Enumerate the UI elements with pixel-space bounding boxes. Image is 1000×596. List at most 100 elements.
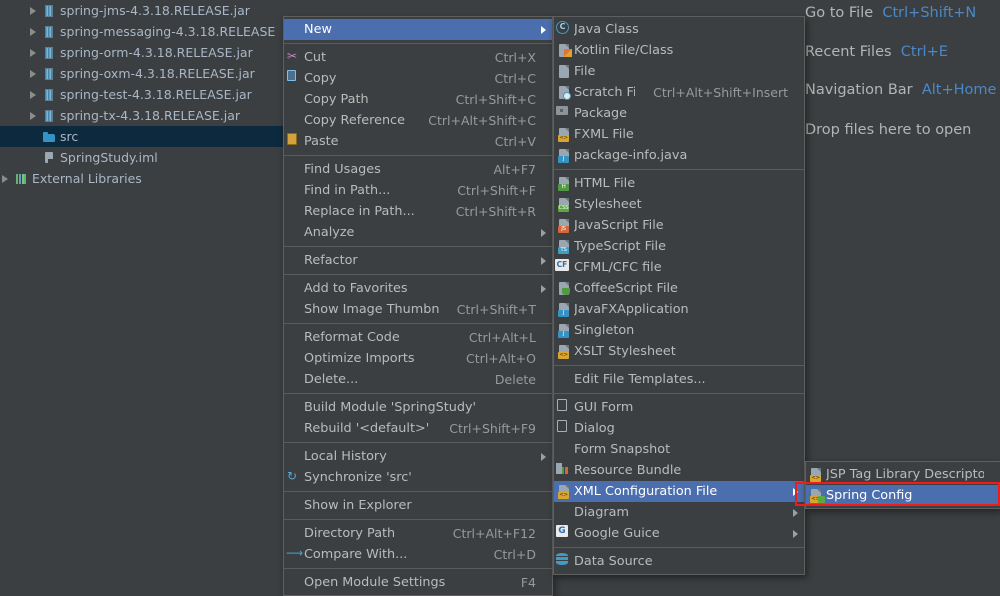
menu-item-arrow-placeholder bbox=[788, 215, 800, 236]
menu-item-arrow-placeholder bbox=[788, 551, 800, 572]
tree-row[interactable]: SpringStudy.iml bbox=[0, 147, 283, 168]
menu-item-data-source[interactable]: Data Source bbox=[554, 551, 804, 572]
menu-item-javafxapplication[interactable]: JJavaFXApplication bbox=[554, 299, 804, 320]
folder-icon bbox=[42, 130, 56, 144]
menu-item-copy-path[interactable]: Copy PathCtrl+Shift+C bbox=[284, 89, 552, 110]
menu-item-arrow-placeholder bbox=[788, 278, 800, 299]
menu-item-shortcut: Ctrl+Shift+F9 bbox=[431, 421, 536, 436]
tree-row[interactable]: spring-test-4.3.18.RELEASE.jar bbox=[0, 84, 283, 105]
menu-item-find-in-path[interactable]: Find in Path...Ctrl+Shift+F bbox=[284, 180, 552, 201]
menu-item-google-guice[interactable]: GGoogle Guice bbox=[554, 523, 804, 544]
menu-item-label: TypeScript File bbox=[574, 239, 788, 254]
tree-row[interactable]: src bbox=[0, 126, 283, 147]
menu-item-analyze[interactable]: Analyze bbox=[284, 222, 552, 243]
menu-item-open-module-settings[interactable]: Open Module SettingsF4 bbox=[284, 572, 552, 593]
expand-arrow-icon[interactable] bbox=[28, 63, 40, 84]
menu-item-build-module-springstudy[interactable]: Build Module 'SpringStudy' bbox=[284, 397, 552, 418]
spring-config-icon: <> bbox=[806, 485, 826, 506]
dialog-icon bbox=[554, 418, 574, 439]
menu-item-directory-path[interactable]: Directory PathCtrl+Alt+F12 bbox=[284, 523, 552, 544]
menu-item-label: Find Usages bbox=[304, 162, 475, 177]
xml-configuration-file-submenu[interactable]: <>JSP Tag Library Descriptor<>Spring Con… bbox=[805, 461, 1000, 509]
tree-row-label: SpringStudy.iml bbox=[60, 147, 158, 168]
menu-item-arrow-placeholder bbox=[984, 464, 996, 485]
menu-item-show-image-thumbnails[interactable]: Show Image ThumbnailsCtrl+Shift+T bbox=[284, 299, 552, 320]
xslt-stylesheet-icon: <> bbox=[554, 341, 574, 362]
menu-item-add-to-favorites[interactable]: Add to Favorites bbox=[284, 278, 552, 299]
project-tree-panel[interactable]: spring-jms-4.3.18.RELEASE.jarspring-mess… bbox=[0, 0, 283, 565]
tree-row[interactable]: spring-messaging-4.3.18.RELEASE bbox=[0, 21, 283, 42]
tree-row-label: spring-oxm-4.3.18.RELEASE.jar bbox=[60, 63, 255, 84]
menu-item-kotlin-file-class[interactable]: Kotlin File/Class bbox=[554, 40, 804, 61]
paste-icon bbox=[284, 131, 304, 152]
menu-item-dialog[interactable]: Dialog bbox=[554, 418, 804, 439]
menu-item-java-class[interactable]: CJava Class bbox=[554, 19, 804, 40]
menu-item-paste[interactable]: PasteCtrl+V bbox=[284, 131, 552, 152]
menu-item-rebuild-default[interactable]: Rebuild '<default>'Ctrl+Shift+F9 bbox=[284, 418, 552, 439]
chevron-right-icon bbox=[536, 446, 548, 467]
menu-item-icon-placeholder bbox=[284, 110, 304, 131]
new-submenu[interactable]: CJava ClassKotlin File/ClassFileScratch … bbox=[553, 16, 805, 575]
menu-item-label: Local History bbox=[304, 449, 536, 464]
expand-arrow-icon[interactable] bbox=[28, 21, 40, 42]
tree-row[interactable]: External Libraries bbox=[0, 168, 283, 189]
menu-item-arrow-placeholder bbox=[536, 131, 548, 152]
menu-item-local-history[interactable]: Local History bbox=[284, 446, 552, 467]
menu-item-find-usages[interactable]: Find UsagesAlt+F7 bbox=[284, 159, 552, 180]
menu-item-singleton[interactable]: JSingleton bbox=[554, 320, 804, 341]
menu-item-spring-config[interactable]: <>Spring Config bbox=[806, 485, 1000, 506]
menu-item-package[interactable]: Package bbox=[554, 103, 804, 124]
menu-item-stylesheet[interactable]: CSSStylesheet bbox=[554, 194, 804, 215]
sync-icon: ↻ bbox=[284, 467, 304, 488]
menu-item-refactor[interactable]: Refactor bbox=[284, 250, 552, 271]
menu-item-file[interactable]: File bbox=[554, 61, 804, 82]
expand-arrow-icon[interactable] bbox=[28, 84, 40, 105]
expand-arrow-icon[interactable] bbox=[28, 42, 40, 63]
menu-item-cut[interactable]: ✂CutCtrl+X bbox=[284, 47, 552, 68]
menu-item-jsp-tag-library-descriptor[interactable]: <>JSP Tag Library Descriptor bbox=[806, 464, 1000, 485]
menu-item-copy-reference[interactable]: Copy ReferenceCtrl+Alt+Shift+C bbox=[284, 110, 552, 131]
menu-item-label: Find in Path... bbox=[304, 183, 439, 198]
menu-item-delete[interactable]: Delete...Delete bbox=[284, 369, 552, 390]
menu-item-html-file[interactable]: HHTML File bbox=[554, 173, 804, 194]
menu-item-icon-placeholder bbox=[284, 201, 304, 222]
menu-item-xml-configuration-file[interactable]: <>XML Configuration File bbox=[554, 481, 804, 502]
menu-item-coffeescript-file[interactable]: CoffeeScript File bbox=[554, 278, 804, 299]
menu-item-arrow-placeholder bbox=[536, 467, 548, 488]
expand-arrow-icon[interactable] bbox=[28, 105, 40, 126]
menu-item-arrow-placeholder bbox=[788, 320, 800, 341]
menu-item-icon-placeholder bbox=[284, 495, 304, 516]
menu-item-typescript-file[interactable]: TSTypeScript File bbox=[554, 236, 804, 257]
menu-item-diagram[interactable]: Diagram bbox=[554, 502, 804, 523]
menu-item-label: Java Class bbox=[574, 22, 788, 37]
menu-item-label: Stylesheet bbox=[574, 197, 788, 212]
menu-item-xslt-stylesheet[interactable]: <>XSLT Stylesheet bbox=[554, 341, 804, 362]
menu-item-new[interactable]: New bbox=[284, 19, 552, 40]
menu-separator bbox=[284, 393, 552, 394]
menu-item-form-snapshot[interactable]: Form Snapshot bbox=[554, 439, 804, 460]
menu-item-compare-with[interactable]: ⟶Compare With...Ctrl+D bbox=[284, 544, 552, 565]
menu-item-show-in-explorer[interactable]: Show in Explorer bbox=[284, 495, 552, 516]
menu-item-fxml-file[interactable]: <>FXML File bbox=[554, 124, 804, 145]
menu-item-arrow-placeholder bbox=[788, 418, 800, 439]
expand-arrow-icon[interactable] bbox=[28, 0, 40, 21]
menu-item-cfml-cfc-file[interactable]: CFCFML/CFC file bbox=[554, 257, 804, 278]
hint-shortcut: Ctrl+E bbox=[901, 44, 948, 60]
tree-row[interactable]: spring-orm-4.3.18.RELEASE.jar bbox=[0, 42, 283, 63]
menu-item-edit-file-templates[interactable]: Edit File Templates... bbox=[554, 369, 804, 390]
menu-item-replace-in-path[interactable]: Replace in Path...Ctrl+Shift+R bbox=[284, 201, 552, 222]
menu-item-scratch-file[interactable]: Scratch FileCtrl+Alt+Shift+Insert bbox=[554, 82, 804, 103]
context-menu[interactable]: New ✂CutCtrl+XCopyCtrl+CCopy PathCtrl+Shi… bbox=[283, 16, 553, 596]
menu-item-package-info-java[interactable]: Jpackage-info.java bbox=[554, 145, 804, 166]
tree-row[interactable]: spring-jms-4.3.18.RELEASE.jar bbox=[0, 0, 283, 21]
tree-row[interactable]: spring-tx-4.3.18.RELEASE.jar bbox=[0, 105, 283, 126]
menu-item-synchronize-src[interactable]: ↻Synchronize 'src' bbox=[284, 467, 552, 488]
menu-item-javascript-file[interactable]: JSJavaScript File bbox=[554, 215, 804, 236]
menu-item-reformat-code[interactable]: Reformat CodeCtrl+Alt+L bbox=[284, 327, 552, 348]
menu-item-optimize-imports[interactable]: Optimize ImportsCtrl+Alt+O bbox=[284, 348, 552, 369]
expand-arrow-icon[interactable] bbox=[0, 168, 12, 189]
menu-item-gui-form[interactable]: GUI Form bbox=[554, 397, 804, 418]
menu-item-resource-bundle[interactable]: Resource Bundle bbox=[554, 460, 804, 481]
tree-row[interactable]: spring-oxm-4.3.18.RELEASE.jar bbox=[0, 63, 283, 84]
menu-item-copy[interactable]: CopyCtrl+C bbox=[284, 68, 552, 89]
